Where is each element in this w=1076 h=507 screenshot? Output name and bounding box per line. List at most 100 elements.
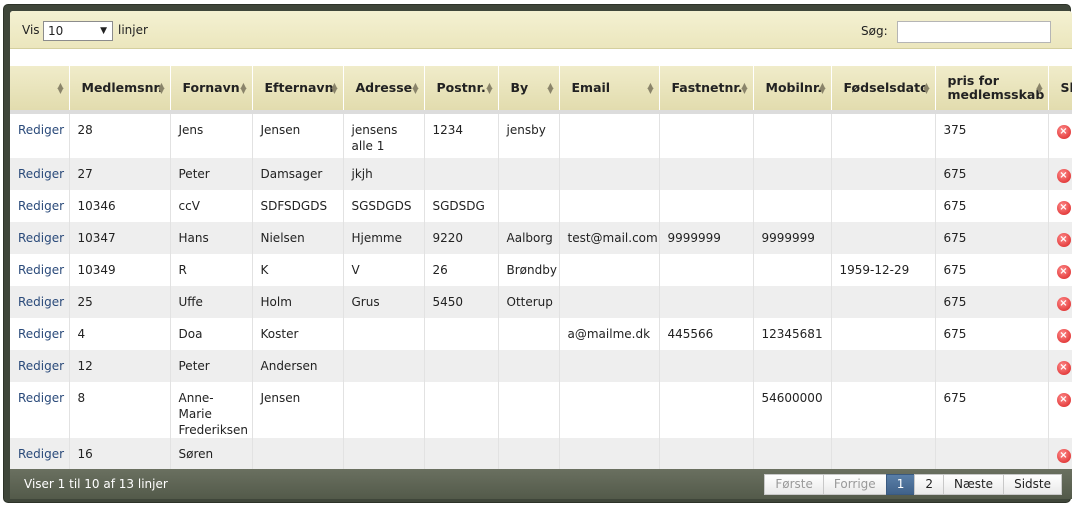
cell-by [498, 190, 560, 222]
cell-adresse: SGSDGDS [343, 190, 425, 222]
table-footer: Viser 1 til 10 af 13 linjer Første Forri… [10, 469, 1072, 499]
edit-link[interactable]: Rediger [10, 350, 70, 382]
cell-mobil: 9999999 [753, 222, 832, 254]
header-row: ▲ ▼ Medlemsnr. ▲ ▼ Fornavn ▲ ▼ Efternavn ▲ ▼ Adress… [10, 66, 1072, 114]
edit-link[interactable]: Rediger [10, 190, 70, 222]
column-header-2[interactable]: Fornavn ▲ ▼ [170, 66, 253, 114]
sort-both-icon: ▲ ▼ [486, 81, 493, 95]
column-header-3[interactable]: Efternavn ▲ ▼ [252, 66, 344, 114]
edit-link[interactable]: Rediger [10, 254, 70, 286]
cell-foedsel [831, 438, 936, 470]
column-header-label: Efternavn [264, 80, 334, 95]
delete-cell: × [1048, 222, 1072, 254]
cell-fornavn: Søren [170, 438, 253, 470]
delete-circle-icon[interactable]: × [1056, 233, 1071, 247]
edit-link[interactable]: Rediger [10, 222, 70, 254]
sort-both-icon: ▲ ▼ [158, 81, 165, 95]
column-header-11[interactable]: pris for medlemsskab ▲ ▼ [935, 66, 1049, 114]
cell-email: test@mail.com [559, 222, 660, 254]
pagination: Første Forrige 1 2 Næste Sidste [764, 474, 1062, 495]
delete-circle-icon[interactable]: × [1056, 265, 1071, 279]
column-header-7[interactable]: Email ▲ ▼ [559, 66, 660, 114]
edit-link[interactable]: Rediger [10, 438, 70, 470]
cell-postnr [424, 382, 499, 438]
search-input[interactable] [897, 21, 1051, 43]
cell-mobil [753, 254, 832, 286]
cell-by [498, 382, 560, 438]
column-header-0[interactable]: ▲ ▼ [10, 66, 70, 114]
delete-circle-icon[interactable]: × [1056, 449, 1071, 463]
column-header-label: Postnr. [436, 80, 486, 95]
cell-mobil [753, 286, 832, 318]
last-page-button[interactable]: Sidste [1003, 474, 1062, 495]
cell-adresse: V [343, 254, 425, 286]
edit-link[interactable]: Rediger [10, 318, 70, 350]
table-frame: Vis 10 ▼ linjer Søg: ▲ ▼ Medlemsnr. ▲ ▼ Forna… [3, 4, 1072, 503]
delete-cell: × [1048, 158, 1072, 190]
cell-fastnet: 445566 [659, 318, 754, 350]
members-table: ▲ ▼ Medlemsnr. ▲ ▼ Fornavn ▲ ▼ Efternavn ▲ ▼ Adress… [10, 66, 1072, 470]
cell-postnr [424, 158, 499, 190]
cell-mobil: 54600000 [753, 382, 832, 438]
cell-nr: 12 [69, 350, 171, 382]
cell-adresse: Grus [343, 286, 425, 318]
column-header-8[interactable]: Fastnetnr. ▲ ▼ [659, 66, 754, 114]
cell-fastnet [659, 158, 754, 190]
page-2-button[interactable]: 2 [914, 474, 944, 495]
table-row: Rediger 4 Doa Koster a@mailme.dk 445566 123456… [10, 318, 1072, 350]
cell-fornavn: Doa [170, 318, 253, 350]
cell-mobil [753, 190, 832, 222]
cell-email [559, 254, 660, 286]
column-header-label: Fødselsdato [843, 80, 929, 95]
cell-fastnet: 9999999 [659, 222, 754, 254]
edit-link[interactable]: Rediger [10, 158, 70, 190]
cell-foedsel [831, 350, 936, 382]
first-page-button[interactable]: Første [764, 474, 824, 495]
cell-by [498, 158, 560, 190]
cell-postnr: 26 [424, 254, 499, 286]
cell-nr: 10346 [69, 190, 171, 222]
edit-link[interactable]: Rediger [10, 286, 70, 318]
column-header-label: Medlemsnr. [81, 80, 163, 95]
cell-email [559, 382, 660, 438]
sort-both-icon: ▲ ▼ [647, 81, 654, 95]
column-header-1[interactable]: Medlemsnr. ▲ ▼ [69, 66, 171, 114]
delete-cell: × [1048, 350, 1072, 382]
delete-circle-icon[interactable]: × [1056, 125, 1071, 139]
page-1-button[interactable]: 1 [885, 474, 916, 495]
delete-circle-icon[interactable]: × [1056, 329, 1071, 343]
edit-link[interactable]: Rediger [10, 382, 70, 438]
cell-efternavn: Holm [252, 286, 344, 318]
table-row: Rediger 10349 R K V 26 Brøndby 1959-12-29 675 × [10, 254, 1072, 286]
delete-circle-icon[interactable]: × [1056, 393, 1071, 407]
delete-cell: × [1048, 254, 1072, 286]
delete-circle-icon[interactable]: × [1056, 361, 1071, 375]
column-header-10[interactable]: Fødselsdato ▲ ▼ [831, 66, 936, 114]
previous-page-button[interactable]: Forrige [822, 474, 887, 495]
cell-pris [935, 350, 1049, 382]
column-header-5[interactable]: Postnr. ▲ ▼ [424, 66, 499, 114]
cell-by: jensby [498, 112, 560, 158]
cell-postnr: 5450 [424, 286, 499, 318]
cell-postnr [424, 350, 499, 382]
cell-nr: 10349 [69, 254, 171, 286]
page-length-select[interactable]: 10 ▼ [43, 21, 113, 41]
cell-nr: 28 [69, 112, 171, 158]
column-header-4[interactable]: Adresse ▲ ▼ [343, 66, 425, 114]
next-page-button[interactable]: Næste [942, 474, 1005, 495]
cell-foedsel: 1959-12-29 [831, 254, 936, 286]
delete-circle-icon[interactable]: × [1056, 169, 1071, 183]
column-header-6[interactable]: By ▲ ▼ [498, 66, 560, 114]
cell-email: a@mailme.dk [559, 318, 660, 350]
cell-adresse: jkjh [343, 158, 425, 190]
edit-link[interactable]: Rediger [10, 112, 70, 158]
delete-circle-icon[interactable]: × [1056, 201, 1071, 215]
cell-nr: 27 [69, 158, 171, 190]
sort-both-icon: ▲ ▼ [412, 81, 419, 95]
column-header-12[interactable]: Sl [1048, 66, 1072, 114]
table-toolbar: Vis 10 ▼ linjer Søg: [10, 11, 1072, 49]
delete-circle-icon[interactable]: × [1056, 297, 1071, 311]
cell-by [498, 350, 560, 382]
column-header-9[interactable]: Mobilnr. ▲ ▼ [753, 66, 832, 114]
cell-fornavn: Peter [170, 158, 253, 190]
